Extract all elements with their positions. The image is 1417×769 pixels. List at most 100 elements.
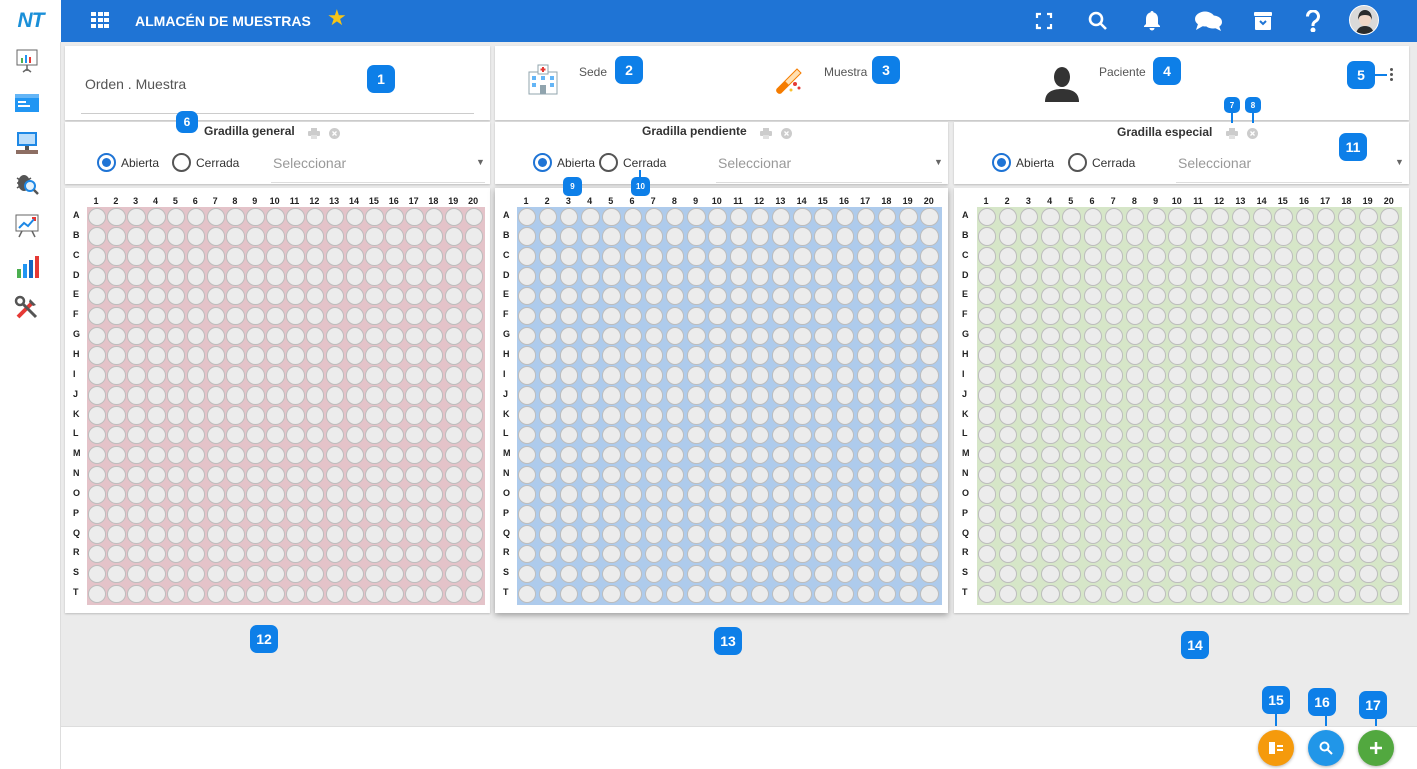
rack-well[interactable] xyxy=(1189,346,1208,365)
rack-well[interactable] xyxy=(1337,247,1357,266)
rack-well[interactable] xyxy=(1104,366,1124,385)
rack-well[interactable] xyxy=(1210,326,1230,346)
rack-well[interactable] xyxy=(750,584,770,604)
rack-well[interactable] xyxy=(1083,267,1102,286)
rack-well[interactable] xyxy=(246,267,265,286)
rack-well[interactable] xyxy=(325,425,345,445)
rack-well[interactable] xyxy=(877,306,897,326)
rack-well[interactable] xyxy=(147,465,166,485)
rack-well[interactable] xyxy=(127,505,146,524)
rack-well[interactable] xyxy=(266,286,285,306)
rack-well[interactable] xyxy=(1337,346,1357,365)
rack-well[interactable] xyxy=(977,207,996,226)
rack-well[interactable] xyxy=(835,386,854,405)
rack-well[interactable] xyxy=(206,505,226,524)
rack-well[interactable] xyxy=(793,544,812,564)
rack-well[interactable] xyxy=(729,326,748,346)
rack-well[interactable] xyxy=(325,346,345,365)
rack-well[interactable] xyxy=(1019,425,1039,445)
rack-well[interactable] xyxy=(920,406,939,425)
rack-well[interactable] xyxy=(87,465,106,485)
rack-well[interactable] xyxy=(1125,505,1145,524)
rack-well[interactable] xyxy=(166,286,186,306)
rack-well[interactable] xyxy=(1359,525,1378,544)
rack-well[interactable] xyxy=(1274,306,1293,326)
rack-well[interactable] xyxy=(166,386,186,405)
rack-well[interactable] xyxy=(644,584,664,604)
rack-well[interactable] xyxy=(405,306,424,326)
rack-well[interactable] xyxy=(1125,564,1145,584)
rack-well[interactable] xyxy=(559,227,579,246)
rack-well[interactable] xyxy=(1359,247,1378,266)
rack-well[interactable] xyxy=(1253,505,1272,524)
rack-well[interactable] xyxy=(538,544,558,564)
rack-well[interactable] xyxy=(1019,247,1039,266)
rack-well[interactable] xyxy=(246,406,265,425)
rack-well[interactable] xyxy=(405,207,424,226)
rack-well[interactable] xyxy=(1337,465,1357,485)
rack-well[interactable] xyxy=(127,207,146,226)
rack-well[interactable] xyxy=(729,286,748,306)
rack-well[interactable] xyxy=(246,346,265,365)
rack-well[interactable] xyxy=(665,306,685,326)
rack-well[interactable] xyxy=(186,366,206,385)
rack-well[interactable] xyxy=(345,544,365,564)
rack-well[interactable] xyxy=(538,267,558,286)
rack-well[interactable] xyxy=(127,386,146,405)
rack-well[interactable] xyxy=(1295,445,1314,465)
rack-pending-closed-radio[interactable]: Cerrada xyxy=(599,153,666,172)
rack-well[interactable] xyxy=(708,286,727,306)
rack-well[interactable] xyxy=(246,286,265,306)
rack-well[interactable] xyxy=(1083,227,1102,246)
rack-well[interactable] xyxy=(1316,227,1336,246)
rack-well[interactable] xyxy=(1041,425,1060,445)
rack-well[interactable] xyxy=(877,564,897,584)
rack-well[interactable] xyxy=(206,306,226,326)
rack-well[interactable] xyxy=(1019,306,1039,326)
rack-well[interactable] xyxy=(365,564,384,584)
rack-well[interactable] xyxy=(1231,425,1251,445)
rack-well[interactable] xyxy=(835,326,854,346)
rack-well[interactable] xyxy=(877,465,897,485)
rack-well[interactable] xyxy=(729,207,748,226)
rack-well[interactable] xyxy=(1231,485,1251,504)
rack-well[interactable] xyxy=(166,584,186,604)
rack-well[interactable] xyxy=(687,386,706,405)
rack-pending-open-radio[interactable]: Abierta xyxy=(533,153,595,172)
rack-well[interactable] xyxy=(266,445,285,465)
folder-window-icon[interactable] xyxy=(14,90,40,116)
rack-well[interactable] xyxy=(1231,584,1251,604)
rack-well[interactable] xyxy=(1041,227,1060,246)
rack-well[interactable] xyxy=(1168,465,1187,485)
rack-well[interactable] xyxy=(1104,564,1124,584)
rack-well[interactable] xyxy=(286,386,305,405)
rack-well[interactable] xyxy=(147,544,166,564)
rack-well[interactable] xyxy=(206,267,226,286)
rack-well[interactable] xyxy=(877,406,897,425)
rack-well[interactable] xyxy=(1147,286,1166,306)
rack-well[interactable] xyxy=(1295,386,1314,405)
rack-well[interactable] xyxy=(1189,207,1208,226)
rack-well[interactable] xyxy=(1253,227,1272,246)
rack-well[interactable] xyxy=(1062,326,1081,346)
rack-well[interactable] xyxy=(581,485,600,504)
rack-well[interactable] xyxy=(464,247,484,266)
rack-well[interactable] xyxy=(623,366,642,385)
rack-well[interactable] xyxy=(1041,584,1060,604)
rack-well[interactable] xyxy=(1104,406,1124,425)
rack-well[interactable] xyxy=(1274,386,1293,405)
rack-well[interactable] xyxy=(325,544,345,564)
rack-well[interactable] xyxy=(444,465,464,485)
rack-well[interactable] xyxy=(1359,286,1378,306)
rack-well[interactable] xyxy=(325,406,345,425)
rack-well[interactable] xyxy=(444,247,464,266)
rack-well[interactable] xyxy=(107,485,126,504)
rack-well[interactable] xyxy=(581,406,600,425)
rack-well[interactable] xyxy=(1168,525,1187,544)
rack-well[interactable] xyxy=(1210,306,1230,326)
rack-well[interactable] xyxy=(385,445,404,465)
rack-well[interactable] xyxy=(998,326,1018,346)
rack-well[interactable] xyxy=(602,584,621,604)
rack-well[interactable] xyxy=(977,227,996,246)
rack-well[interactable] xyxy=(559,465,579,485)
